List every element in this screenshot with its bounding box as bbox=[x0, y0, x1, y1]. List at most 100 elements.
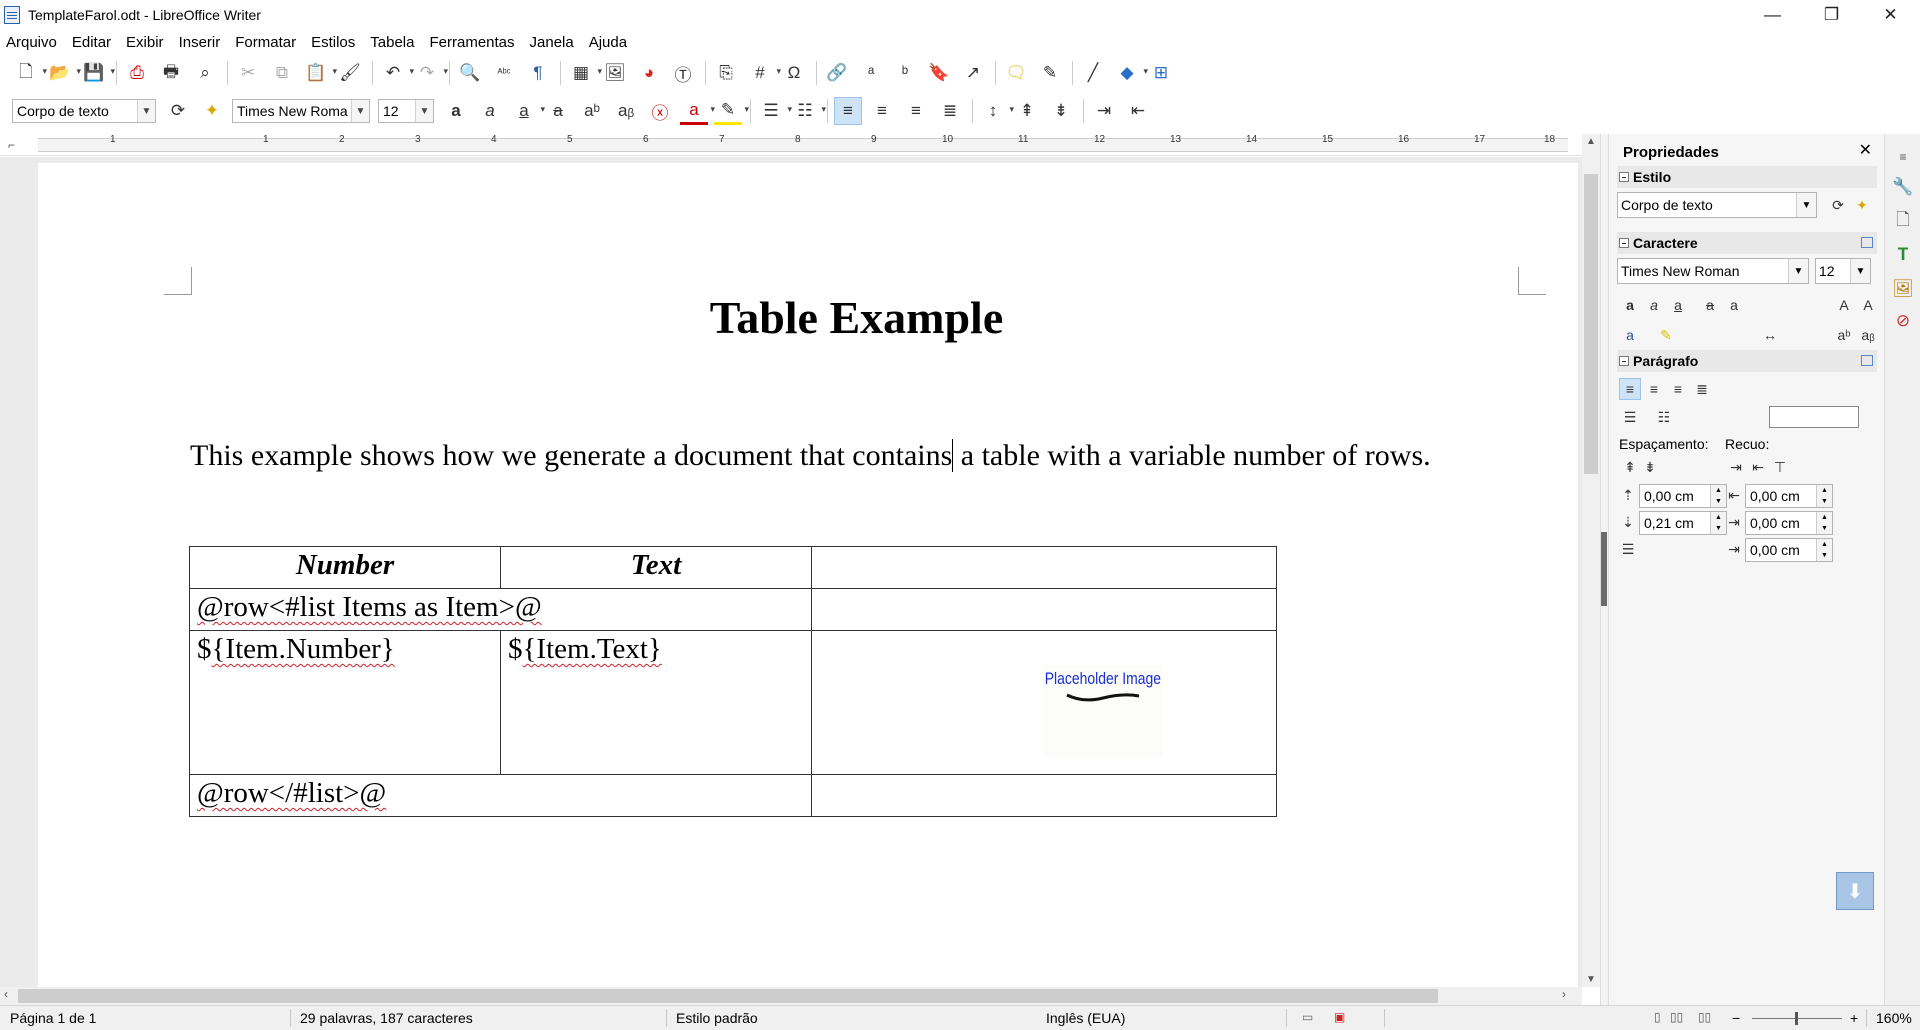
show-draw-functions-icon[interactable]: ⊞ bbox=[1147, 59, 1175, 87]
open-folder-icon[interactable]: 📂 bbox=[46, 59, 81, 87]
placeholder-image[interactable]: Placeholder Image bbox=[1043, 665, 1163, 757]
menu-janela[interactable]: Janela bbox=[530, 34, 574, 51]
paragraph-panel-header[interactable]: Parágrafo bbox=[1617, 350, 1877, 372]
close-window-button[interactable]: ✕ bbox=[1861, 0, 1920, 30]
word-count[interactable]: 29 palavras, 187 caracteres bbox=[300, 1010, 473, 1026]
underline-icon[interactable]: a bbox=[1667, 294, 1689, 316]
font-color-icon[interactable]: a bbox=[680, 97, 715, 125]
align-left-icon[interactable]: ≡ bbox=[834, 97, 862, 125]
menu-tabela[interactable]: Tabela bbox=[370, 34, 414, 51]
paragraph-background-color-icon[interactable] bbox=[1769, 406, 1859, 428]
indent-before-spinner[interactable]: 0,00 cm ▲ ▼ bbox=[1745, 484, 1833, 508]
align-left-icon[interactable]: ≡ bbox=[1619, 378, 1641, 400]
layout-single-page-icon[interactable]: ▯ bbox=[1654, 1010, 1661, 1024]
table-header-empty[interactable] bbox=[811, 546, 1277, 589]
increase-paragraph-spacing-icon[interactable]: ⇞ bbox=[1013, 97, 1041, 125]
cut-icon[interactable]: ✂ bbox=[234, 59, 262, 87]
document-paragraph[interactable]: This example shows how we generate a doc… bbox=[190, 439, 1431, 473]
layout-multi-page-icon[interactable]: ▯▯ bbox=[1670, 1010, 1683, 1024]
table-cell-row-end[interactable]: @row</#list>@ bbox=[189, 774, 812, 817]
collapse-icon[interactable] bbox=[1619, 356, 1629, 366]
document-language[interactable]: Inglês (EUA) bbox=[1046, 1010, 1125, 1026]
indent-after-spinner[interactable]: 0,00 cm ▲ ▼ bbox=[1745, 511, 1833, 535]
scroll-down-icon[interactable]: ▼ bbox=[1582, 974, 1600, 985]
document-area[interactable]: Table Example This example shows how we … bbox=[0, 157, 1582, 987]
space-above-spinner[interactable]: 0,00 cm ▲ ▼ bbox=[1639, 484, 1727, 508]
font-size-combo[interactable]: 12 ▼ bbox=[378, 99, 434, 123]
insert-comment-icon[interactable]: 🗨 bbox=[1002, 59, 1030, 87]
decrease-indent-icon[interactable]: ⇤ bbox=[1124, 97, 1152, 125]
align-center-icon[interactable]: ≡ bbox=[868, 97, 896, 125]
clone-formatting-icon[interactable]: 🖌 bbox=[336, 59, 364, 87]
table-cell-image[interactable]: Placeholder Image bbox=[811, 630, 1277, 775]
line-spacing-icon[interactable]: ↕ bbox=[979, 97, 1014, 125]
zoom-slider-thumb[interactable] bbox=[1795, 1012, 1798, 1025]
collapse-icon[interactable] bbox=[1619, 172, 1629, 182]
highlight-color-icon[interactable]: ✎ bbox=[1655, 324, 1677, 346]
table-cell-item-number[interactable]: ${Item.Number} bbox=[189, 630, 501, 775]
insert-image-icon[interactable]: 🖼 bbox=[601, 59, 629, 87]
new-document-icon[interactable]: 🗋 bbox=[12, 59, 47, 87]
sidebar-close-button[interactable]: ✕ bbox=[1859, 140, 1872, 160]
unordered-list-icon[interactable]: ☰ bbox=[1619, 406, 1641, 428]
spinner-buttons[interactable]: ▲ ▼ bbox=[1816, 539, 1832, 561]
print-preview-icon[interactable]: ⌕ bbox=[191, 59, 219, 87]
insert-endnote-icon[interactable]: ᵇ bbox=[891, 59, 919, 87]
increase-indent-icon[interactable]: ⇥ bbox=[1090, 97, 1118, 125]
line-spacing-icon[interactable]: ☰ bbox=[1617, 538, 1639, 560]
page-style[interactable]: Estilo padrão bbox=[676, 1010, 758, 1026]
update-style-icon[interactable]: ⟳ bbox=[164, 97, 192, 125]
collapse-icon[interactable] bbox=[1619, 238, 1629, 248]
sidebar-settings-icon[interactable]: ≡ bbox=[1890, 144, 1916, 170]
selection-mode-icon[interactable]: ▭ bbox=[1302, 1010, 1313, 1024]
highlight-color-icon[interactable]: ✎ bbox=[714, 97, 749, 125]
horizontal-scroll-thumb[interactable] bbox=[18, 989, 1438, 1003]
menu-ajuda[interactable]: Ajuda bbox=[589, 34, 627, 51]
unordered-list-icon[interactable]: ☰ bbox=[757, 97, 792, 125]
menu-exibir[interactable]: Exibir bbox=[126, 34, 164, 51]
bold-icon[interactable]: a bbox=[1619, 294, 1641, 316]
scroll-right-icon[interactable]: › bbox=[1562, 987, 1566, 1001]
more-options-icon[interactable] bbox=[1861, 355, 1873, 366]
shrink-font-icon[interactable]: A bbox=[1857, 294, 1879, 316]
basic-shapes-icon[interactable]: ◆ bbox=[1113, 59, 1148, 87]
increase-spacing-icon[interactable]: ⇞ bbox=[1619, 456, 1641, 478]
document-modified-icon[interactable]: ▣ bbox=[1334, 1010, 1345, 1024]
underline-icon[interactable]: a bbox=[510, 97, 545, 125]
font-name-combo[interactable]: Times New Roma ▼ bbox=[232, 99, 370, 123]
bold-icon[interactable]: a bbox=[442, 97, 470, 125]
save-icon[interactable]: 💾 bbox=[80, 59, 115, 87]
formatting-marks-icon[interactable]: ¶ bbox=[524, 59, 552, 87]
vertical-scroll-thumb[interactable] bbox=[1584, 174, 1598, 474]
superscript-icon[interactable]: aᵇ bbox=[578, 97, 606, 125]
justify-icon[interactable]: ≣ bbox=[1691, 378, 1713, 400]
scroll-up-icon[interactable]: ▲ bbox=[1582, 136, 1600, 147]
insert-field-icon[interactable]: # bbox=[746, 59, 781, 87]
horizontal-scrollbar[interactable]: ‹ › bbox=[0, 987, 1582, 1005]
copy-icon[interactable]: ⧉ bbox=[268, 59, 296, 87]
spinner-buttons[interactable]: ▲ ▼ bbox=[1816, 485, 1832, 507]
space-below-spinner[interactable]: 0,21 cm ▲ ▼ bbox=[1639, 511, 1727, 535]
gallery-deck-icon[interactable]: 🖼 bbox=[1890, 276, 1916, 302]
subscript-icon[interactable]: aᵦ bbox=[612, 97, 640, 125]
shadow-icon[interactable]: a bbox=[1723, 294, 1745, 316]
strikethrough-icon[interactable]: a bbox=[544, 97, 572, 125]
page-deck-icon[interactable]: 🗋 bbox=[1890, 208, 1916, 234]
ordered-list-icon[interactable]: ☷ bbox=[1653, 406, 1675, 428]
template-table[interactable]: Number Text @row<#list Items as Item>@ $… bbox=[189, 546, 1277, 817]
strikethrough-icon[interactable]: a bbox=[1699, 294, 1721, 316]
first-line-indent-spinner[interactable]: 0,00 cm ▲ ▼ bbox=[1745, 538, 1833, 562]
sidebar-collapse-handle[interactable] bbox=[1601, 532, 1607, 606]
zoom-in-icon[interactable]: + bbox=[1850, 1010, 1858, 1026]
chevron-down-icon[interactable]: ▼ bbox=[1788, 259, 1808, 283]
document-page[interactable]: Table Example This example shows how we … bbox=[38, 163, 1578, 987]
page-count[interactable]: Página 1 de 1 bbox=[10, 1010, 96, 1026]
grow-font-icon[interactable]: A bbox=[1833, 294, 1855, 316]
table-header-text[interactable]: Text bbox=[500, 546, 812, 589]
insert-special-character-icon[interactable]: Ω bbox=[780, 59, 808, 87]
export-pdf-icon[interactable]: ⎙ bbox=[123, 59, 151, 87]
hanging-indent-icon[interactable]: ⊤ bbox=[1769, 456, 1791, 478]
insert-hyperlink-icon[interactable]: 🔗 bbox=[823, 59, 851, 87]
menu-formatar[interactable]: Formatar bbox=[235, 34, 296, 51]
insert-page-break-icon[interactable]: ⎘ bbox=[712, 59, 740, 87]
